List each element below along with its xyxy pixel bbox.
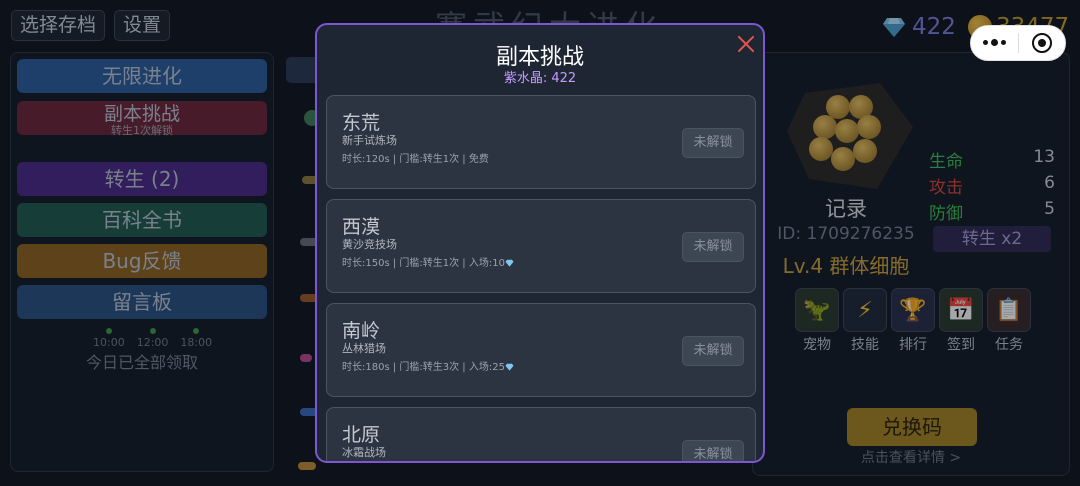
exit-miniprogram-icon[interactable] (1018, 33, 1065, 53)
more-options-icon[interactable] (971, 39, 1018, 46)
stage-card-east[interactable]: 东荒 新手试炼场 时长:120s | 门槛:转生1次 | 免费 未解锁 (326, 95, 756, 189)
stage-name: 西漠 (342, 216, 381, 238)
dungeon-challenge-dialog: 副本挑战 紫水晶: 422 东荒 新手试炼场 时长:120s | 门槛:转生1次… (315, 23, 765, 463)
locked-button[interactable]: 未解锁 (682, 440, 744, 461)
stage-info: 时长:150s | 门槛:转生1次 | 入场:10 (342, 254, 514, 269)
stage-name: 南岭 (342, 320, 381, 342)
close-icon[interactable] (734, 31, 760, 57)
locked-button[interactable]: 未解锁 (682, 128, 744, 158)
locked-button[interactable]: 未解锁 (682, 232, 744, 262)
stage-card-south[interactable]: 南岭 丛林猎场 时长:180s | 门槛:转生3次 | 入场:25 未解锁 (326, 303, 756, 397)
stage-card-north[interactable]: 北原 冰霜战场 未解锁 (326, 407, 756, 461)
diamond-icon (505, 363, 514, 371)
stage-info: 时长:180s | 门槛:转生3次 | 入场:25 (342, 358, 514, 373)
diamond-icon (505, 259, 514, 267)
stage-name: 北原 (342, 424, 381, 446)
amethyst-balance: 紫水晶: 422 (503, 71, 577, 86)
locked-button[interactable]: 未解锁 (682, 336, 744, 366)
stage-name: 东荒 (342, 112, 381, 134)
stage-info: 时长:120s | 门槛:转生1次 | 免费 (342, 154, 489, 165)
stage-description: 冰霜战场 (342, 446, 386, 459)
stage-card-west[interactable]: 西漠 黄沙竞技场 时长:150s | 门槛:转生1次 | 入场:10 未解锁 (326, 199, 756, 293)
miniprogram-capsule (970, 25, 1066, 61)
stage-list[interactable]: 东荒 新手试炼场 时长:120s | 门槛:转生1次 | 免费 未解锁 西漠 黄… (325, 95, 757, 461)
stage-description: 新手试炼场 (342, 134, 397, 147)
stage-description: 丛林猎场 (342, 342, 386, 355)
stage-description: 黄沙竞技场 (342, 238, 397, 251)
